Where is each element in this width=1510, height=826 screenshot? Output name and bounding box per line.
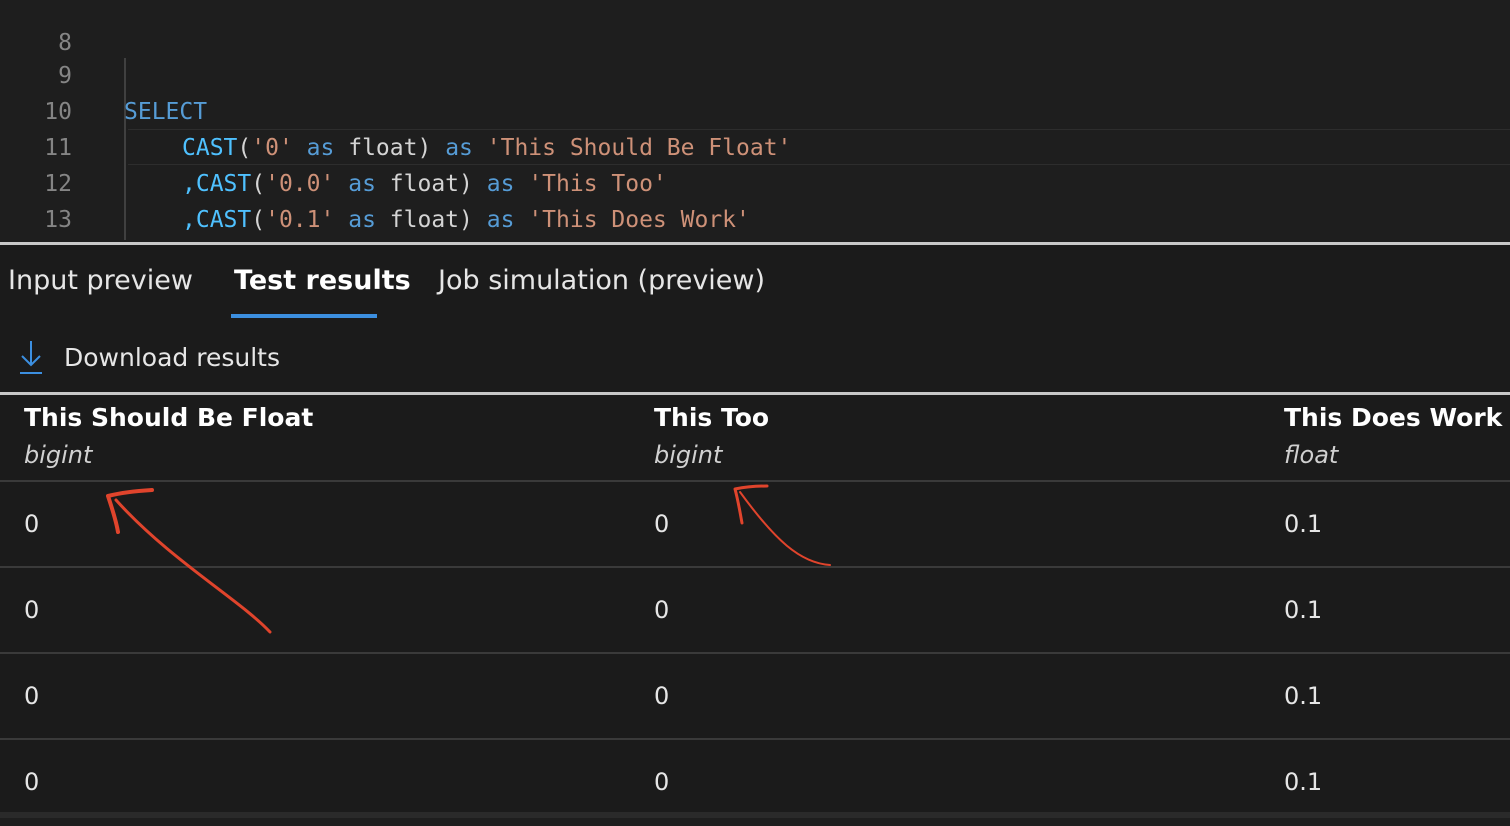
code-editor[interactable]: 8 9 SELECT 10 CAST('0' as float) as 'Thi… <box>0 0 1510 242</box>
results-toolbar: Download results <box>0 321 1510 392</box>
results-tabs: Input preview Test results Job simulatio… <box>0 245 1510 321</box>
table-cell: 0 <box>24 682 40 710</box>
table-row[interactable]: 0 0 0.1 <box>0 654 1510 740</box>
column-header-2[interactable]: This Too bigint <box>654 401 769 475</box>
code-line-9: 9 SELECT <box>0 22 1510 125</box>
table-cell: 0 <box>24 596 40 624</box>
column-header-1[interactable]: This Should Be Float bigint <box>24 401 313 475</box>
download-results-label: Download results <box>64 342 280 372</box>
grid-header-row: This Should Be Float bigint This Too big… <box>0 395 1510 482</box>
results-grid: This Should Be Float bigint This Too big… <box>0 395 1510 818</box>
code-line-11: 11 ,CAST('0.0' as float) as 'This Too' <box>0 94 1510 197</box>
column-type: bigint <box>24 441 93 469</box>
download-icon <box>20 341 42 374</box>
tab-input-preview[interactable]: Input preview <box>8 265 193 321</box>
table-cell: 0 <box>654 596 670 624</box>
status-bar <box>0 812 1510 818</box>
column-type: float <box>1284 441 1339 469</box>
table-cell: 0 <box>654 682 670 710</box>
code-line-14: 14 <box>0 202 1510 238</box>
column-name: This Too <box>654 403 770 432</box>
line-number: 11 <box>44 135 72 161</box>
table-row[interactable]: 0 0 0.1 <box>0 482 1510 568</box>
table-cell: 0.1 <box>1284 682 1323 710</box>
column-name: This Does Work <box>1284 403 1503 432</box>
download-results-button[interactable]: Download results <box>14 335 284 379</box>
column-type: bigint <box>654 441 723 469</box>
tab-test-results[interactable]: Test results <box>234 265 411 321</box>
code-line-13: 13 <box>0 166 1510 233</box>
table-cell: 0.1 <box>1284 510 1323 538</box>
table-cell: 0 <box>654 510 670 538</box>
column-name: This Should Be Float <box>24 403 314 432</box>
tab-job-simulation[interactable]: Job simulation (preview) <box>438 265 765 321</box>
table-row[interactable]: 0 0 0.1 <box>0 568 1510 654</box>
code-line-12: 12 ,CAST('0.1' as float) as 'This Does W… <box>44 129 1510 233</box>
active-tab-indicator <box>231 314 377 318</box>
table-cell: 0.1 <box>1284 596 1323 624</box>
code-line-10: 10 CAST('0' as float) as 'This Should Be… <box>0 58 1510 161</box>
column-header-3[interactable]: This Does Work float <box>1284 401 1502 475</box>
table-cell: 0 <box>24 510 40 538</box>
